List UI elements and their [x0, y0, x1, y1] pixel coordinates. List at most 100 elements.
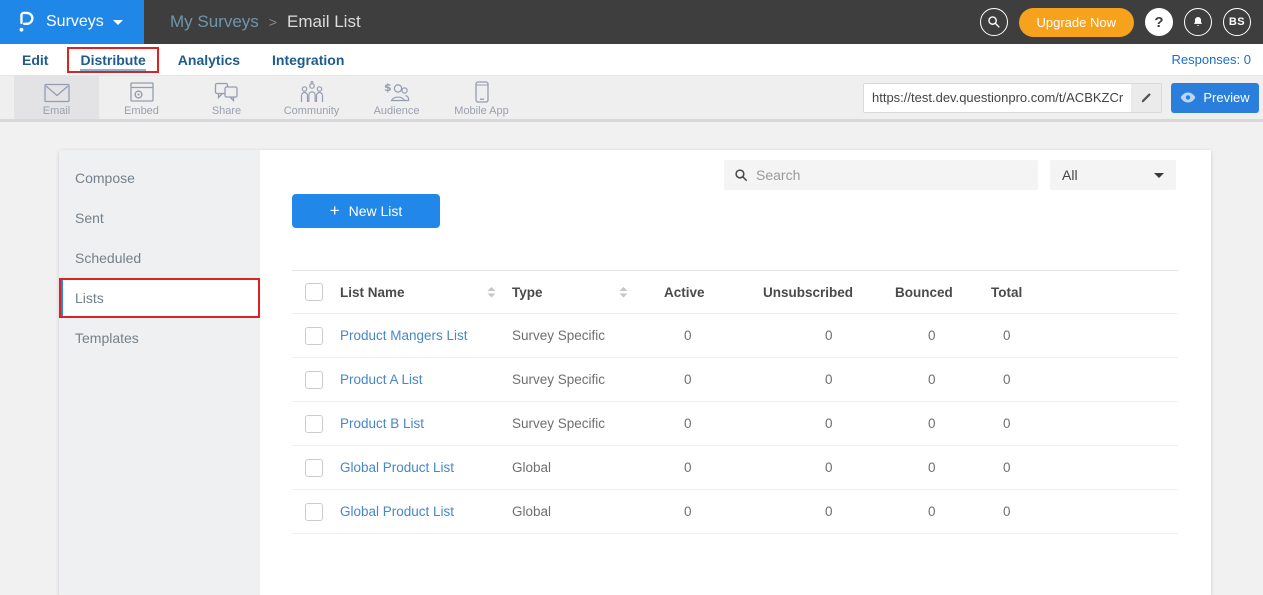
- search-input[interactable]: [756, 167, 1028, 183]
- column-label: Type: [512, 285, 543, 300]
- pencil-icon: [1140, 91, 1153, 104]
- list-name-link[interactable]: Product A List: [340, 372, 423, 387]
- product-switcher[interactable]: Surveys: [0, 0, 144, 44]
- upgrade-now-button[interactable]: Upgrade Now: [1019, 8, 1135, 37]
- active-count: 0: [664, 460, 763, 475]
- preview-button[interactable]: Preview: [1171, 83, 1259, 113]
- list-name-link[interactable]: Global Product List: [340, 504, 454, 519]
- channel-community[interactable]: Community: [269, 76, 354, 119]
- chevron-down-icon: [1154, 173, 1164, 178]
- total-count: 0: [991, 328, 1178, 343]
- active-count: 0: [664, 372, 763, 387]
- lists-main: All + New List List NameTypeActiveUnsubs…: [260, 150, 1211, 595]
- list-filter-dropdown[interactable]: All: [1050, 160, 1176, 190]
- survey-tab-bar: Edit Distribute Analytics Integration Respo…: [0, 44, 1263, 75]
- tab-label: Edit: [22, 52, 48, 68]
- tab-label: Analytics: [178, 52, 240, 68]
- responses-count[interactable]: Responses: 0: [1172, 52, 1263, 67]
- list-type-cell: Global: [512, 460, 664, 475]
- distribute-toolbar: EmailEmbed Share Community $Audience Mobile …: [0, 75, 1263, 122]
- table-row: Global Product ListGlobal0000: [292, 490, 1178, 534]
- sidebar-item-label: Scheduled: [75, 250, 141, 266]
- survey-url-input[interactable]: [864, 84, 1131, 112]
- sidebar-item-compose[interactable]: Compose: [59, 158, 260, 198]
- channel-email[interactable]: Email: [14, 76, 99, 119]
- preview-label: Preview: [1203, 90, 1249, 105]
- audience-icon: $: [383, 81, 410, 103]
- tab-label: Distribute: [80, 52, 145, 71]
- sort-icon[interactable]: [487, 287, 496, 298]
- unsubscribed-count: 0: [763, 372, 895, 387]
- channel-list: EmailEmbed Share Community $Audience Mobile …: [14, 76, 524, 119]
- search-icon: [987, 15, 1001, 29]
- column-header-type[interactable]: Type: [512, 285, 664, 300]
- row-checkbox[interactable]: [305, 503, 323, 521]
- sort-icon[interactable]: [619, 287, 628, 298]
- bell-icon: [1191, 15, 1205, 29]
- sidebar-item-templates[interactable]: Templates: [59, 318, 260, 358]
- channel-label: Community: [284, 105, 340, 117]
- list-name-link[interactable]: Product Mangers List: [340, 328, 468, 343]
- list-name-cell: Global Product List: [340, 504, 512, 519]
- column-header-bounced: Bounced: [895, 285, 991, 300]
- new-list-button[interactable]: + New List: [292, 194, 440, 228]
- search-button[interactable]: [980, 8, 1008, 36]
- sidebar-item-sent[interactable]: Sent: [59, 198, 260, 238]
- tab-edit[interactable]: Edit: [11, 49, 59, 71]
- column-label: List Name: [340, 285, 405, 300]
- help-button[interactable]: ?: [1145, 8, 1173, 36]
- plus-icon: +: [330, 202, 340, 219]
- sidebar-item-label: Templates: [75, 330, 139, 346]
- breadcrumb-my-surveys[interactable]: My Surveys: [170, 12, 259, 32]
- channel-share[interactable]: Share: [184, 76, 269, 119]
- channel-audience[interactable]: $Audience: [354, 76, 439, 119]
- sidebar-item-scheduled[interactable]: Scheduled: [59, 238, 260, 278]
- row-checkbox[interactable]: [305, 459, 323, 477]
- sidebar-item-lists[interactable]: Lists: [59, 278, 260, 318]
- column-header-list-name[interactable]: List Name: [340, 285, 512, 300]
- new-list-label: New List: [349, 203, 403, 219]
- sidebar-item-label: Sent: [75, 210, 104, 226]
- unsubscribed-count: 0: [763, 328, 895, 343]
- user-avatar[interactable]: BS: [1223, 8, 1251, 36]
- email-icon: [44, 81, 70, 103]
- tab-label: Integration: [272, 52, 344, 68]
- tab-integration[interactable]: Integration: [261, 49, 355, 71]
- bounced-count: 0: [895, 416, 991, 431]
- channel-label: Mobile App: [454, 105, 508, 117]
- row-checkbox[interactable]: [305, 327, 323, 345]
- row-checkbox-cell: [292, 327, 340, 345]
- tab-analytics[interactable]: Analytics: [167, 49, 251, 71]
- column-header-total: Total: [991, 285, 1178, 300]
- unsubscribed-count: 0: [763, 504, 895, 519]
- bounced-count: 0: [895, 460, 991, 475]
- total-count: 0: [991, 372, 1178, 387]
- row-checkbox[interactable]: [305, 371, 323, 389]
- breadcrumb: My Surveys > Email List: [170, 12, 361, 32]
- list-name-cell: Global Product List: [340, 460, 512, 475]
- svg-text:$: $: [384, 81, 392, 94]
- search-icon: [734, 168, 748, 182]
- column-label: Bounced: [895, 285, 953, 300]
- channel-embed[interactable]: Embed: [99, 76, 184, 119]
- channel-mobile-app[interactable]: Mobile App: [439, 76, 524, 119]
- survey-url-group: Preview: [863, 76, 1263, 119]
- table-row: Global Product ListGlobal0000: [292, 446, 1178, 490]
- select-all-checkbox[interactable]: [305, 283, 323, 301]
- column-header-unsubscribed: Unsubscribed: [763, 285, 895, 300]
- list-name-link[interactable]: Product B List: [340, 416, 424, 431]
- tab-bar-items: Edit Distribute Analytics Integration: [6, 49, 360, 71]
- list-name-cell: Product B List: [340, 416, 512, 431]
- edit-url-button[interactable]: [1131, 84, 1161, 112]
- share-icon: [214, 81, 239, 103]
- email-lists-table: List NameTypeActiveUnsubscribedBouncedTo…: [292, 270, 1178, 534]
- row-checkbox[interactable]: [305, 415, 323, 433]
- row-checkbox-cell: [292, 459, 340, 477]
- total-count: 0: [991, 460, 1178, 475]
- list-name-cell: Product A List: [340, 372, 512, 387]
- list-name-link[interactable]: Global Product List: [340, 460, 454, 475]
- notifications-button[interactable]: [1184, 8, 1212, 36]
- tab-distribute[interactable]: Distribute: [69, 49, 156, 71]
- row-checkbox-cell: [292, 371, 340, 389]
- channel-label: Share: [212, 105, 241, 117]
